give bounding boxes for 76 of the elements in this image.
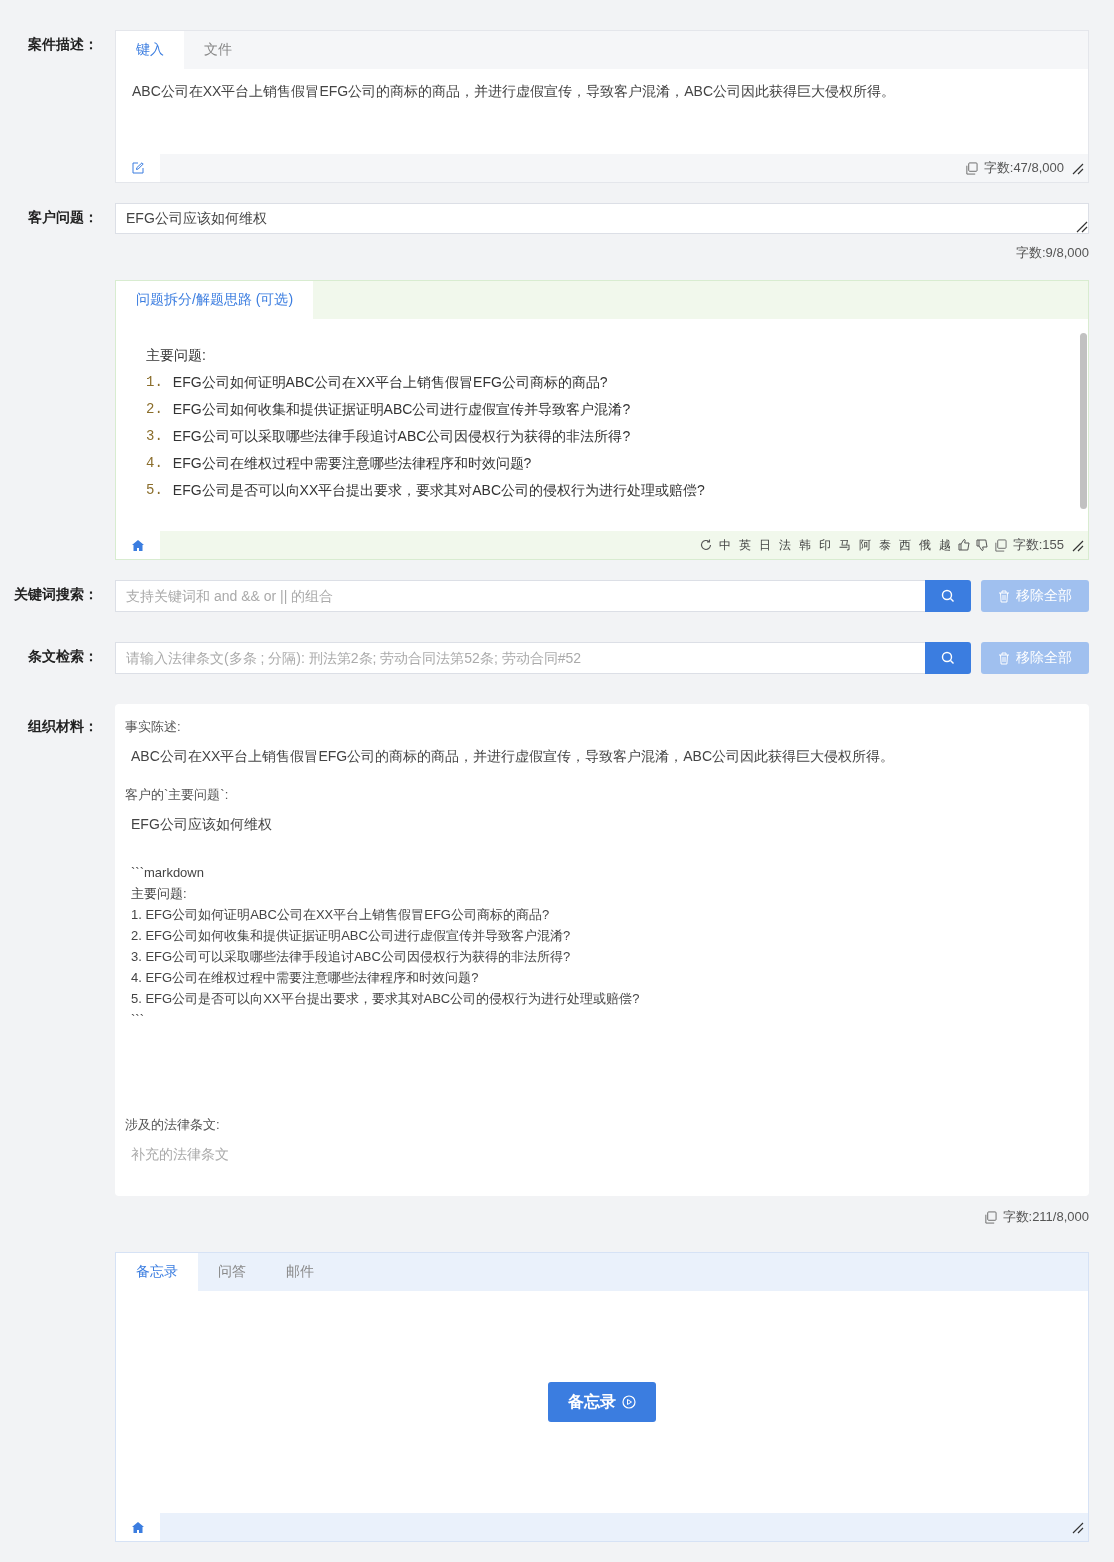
section-text: ABC公司在XX平台上销售假冒EFG公司的商标的商品，并进行虚假宣传，导致客户混淆，ABC公司因此获得巨大侵权所得。 xyxy=(130,748,896,766)
code-line: 5. EFG公司是否可以向XX平台提出要求，要求其对ABC公司的侵权行为进行处理或赔偿? xyxy=(131,990,641,1008)
field-label: 关键词搜索： xyxy=(14,585,99,604)
field-label: 客户问题： xyxy=(28,208,99,227)
code-line: 主要问题: xyxy=(131,885,188,903)
list-heading: 主要问题: xyxy=(146,347,207,365)
field-label: 案件描述： xyxy=(28,35,99,54)
question-text: EFG公司如何证明ABC公司在XX平台上销售假冒EFG公司商标的商品? xyxy=(172,374,608,392)
language-button[interactable]: 俄 xyxy=(917,536,932,554)
question-text: EFG公司可以采取哪些法律手段追讨ABC公司因侵权行为获得的非法所得? xyxy=(172,428,631,446)
thumbs-down-icon[interactable] xyxy=(975,539,988,551)
placeholder-text: 补充的法律条文 xyxy=(130,1146,230,1164)
section-text: EFG公司应该如何维权 xyxy=(130,816,273,834)
search-button[interactable] xyxy=(925,580,971,612)
word-count: 字数:47/8,000 xyxy=(983,159,1064,177)
description-text[interactable]: ABC公司在XX平台上销售假冒EFG公司的商标的商品，并进行虚假宣传，导致客户混淆，ABC公司因此获得巨大侵权所得。 xyxy=(116,69,1088,154)
refresh-icon[interactable] xyxy=(699,539,712,551)
section-heading: 事实陈述: xyxy=(125,718,182,736)
word-count: 字数:9/8,000 xyxy=(1016,244,1089,262)
code-line: 1. EFG公司如何证明ABC公司在XX平台上销售假冒EFG公司商标的商品? xyxy=(131,906,551,924)
language-button[interactable]: 中 xyxy=(717,536,732,554)
item-number: 2. xyxy=(146,401,163,419)
search-field[interactable]: 请输入法律条文(多条 ; 分隔): 刑法第2条; 劳动合同法第52条; 劳动合同#52 xyxy=(115,642,925,674)
section-heading: 涉及的法律条文: xyxy=(125,1116,221,1134)
language-button[interactable]: 泰 xyxy=(877,536,892,554)
copy-icon[interactable] xyxy=(964,161,978,175)
item-number: 3. xyxy=(146,428,163,446)
search-icon xyxy=(941,589,955,603)
tab[interactable]: 备忘录 xyxy=(116,1253,198,1291)
thumbs-up-icon[interactable] xyxy=(957,539,970,551)
resize-handle-icon[interactable] xyxy=(1070,1520,1084,1534)
code-line: ``` xyxy=(131,1011,145,1029)
resize-handle-icon[interactable] xyxy=(1070,161,1084,175)
trash-icon xyxy=(998,651,1010,665)
word-count: 字数:155 xyxy=(1012,536,1064,554)
question-text: EFG公司在维权过程中需要注意哪些法律程序和时效问题? xyxy=(172,455,532,473)
copy-icon[interactable] xyxy=(993,538,1007,552)
word-count: 字数:211/8,000 xyxy=(1002,1208,1089,1226)
code-line: 4. EFG公司在维权过程中需要注意哪些法律程序和时效问题? xyxy=(131,969,480,987)
trash-icon xyxy=(998,589,1010,603)
code-line: ```markdown xyxy=(131,864,205,882)
field-value: EFG公司应该如何维权 xyxy=(126,209,267,228)
language-button[interactable]: 印 xyxy=(817,536,832,554)
resize-handle-icon[interactable] xyxy=(1070,538,1084,552)
search-icon xyxy=(941,651,955,665)
item-number: 1. xyxy=(146,374,163,392)
language-button[interactable]: 法 xyxy=(777,536,792,554)
copy-icon[interactable] xyxy=(983,1210,997,1224)
tab[interactable]: 键入 xyxy=(116,31,184,69)
language-button[interactable]: 英 xyxy=(737,536,752,554)
question-text: EFG公司是否可以向XX平台提出要求，要求其对ABC公司的侵权行为进行处理或赔偿? xyxy=(172,482,705,500)
search-button[interactable] xyxy=(925,642,971,674)
field-label: 组织材料： xyxy=(28,717,99,736)
memo-button[interactable]: 备忘录 xyxy=(548,1382,656,1422)
language-button[interactable]: 马 xyxy=(837,536,852,554)
section-heading: 客户的`主要问题`: xyxy=(125,786,230,804)
play-icon xyxy=(622,1395,636,1409)
search-field[interactable]: 支持关键词和 and && or || 的组合 xyxy=(115,580,925,612)
field-label: 条文检索： xyxy=(28,647,99,666)
language-button[interactable]: 越 xyxy=(937,536,952,554)
tab[interactable]: 问题拆分/解题思路 (可选) xyxy=(116,281,314,319)
home-icon[interactable] xyxy=(132,1521,144,1533)
language-button[interactable]: 韩 xyxy=(797,536,812,554)
code-line: 2. EFG公司如何收集和提供证据证明ABC公司进行虚假宣传并导致客户混淆? xyxy=(131,927,572,945)
edit-icon[interactable] xyxy=(132,162,144,174)
scrollbar[interactable] xyxy=(1080,333,1087,509)
resize-handle-icon[interactable] xyxy=(1074,219,1088,233)
item-number: 4. xyxy=(146,455,163,473)
item-number: 5. xyxy=(146,482,163,500)
question-text: EFG公司如何收集和提供证据证明ABC公司进行虚假宣传并导致客户混淆? xyxy=(172,401,631,419)
question-field[interactable]: EFG公司应该如何维权 xyxy=(115,203,1089,234)
language-button[interactable]: 阿 xyxy=(857,536,872,554)
language-button[interactable]: 西 xyxy=(897,536,912,554)
language-button[interactable]: 日 xyxy=(757,536,772,554)
home-icon[interactable] xyxy=(132,539,144,551)
code-line: 3. EFG公司可以采取哪些法律手段追讨ABC公司因侵权行为获得的非法所得? xyxy=(131,948,572,966)
